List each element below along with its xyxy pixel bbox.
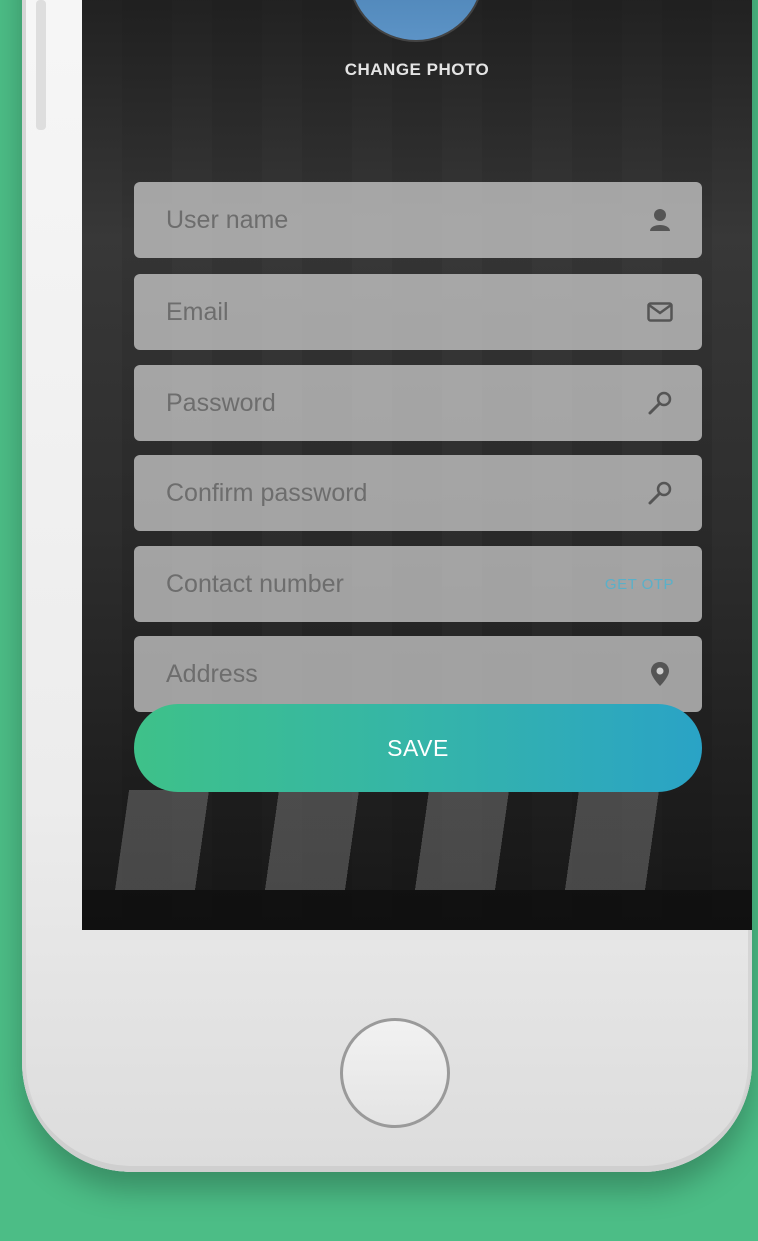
phone-frame: CHANGE PHOTO GET — [22, 0, 752, 1172]
change-photo-link[interactable]: CHANGE PHOTO — [82, 60, 752, 80]
location-pin-icon — [646, 660, 674, 688]
profile-avatar[interactable] — [350, 0, 482, 40]
home-button[interactable] — [340, 1018, 450, 1128]
contact-number-field[interactable]: GET OTP — [134, 545, 702, 623]
save-button[interactable]: SAVE — [134, 704, 702, 792]
contact-number-input[interactable] — [164, 545, 605, 623]
confirm-password-input[interactable] — [164, 454, 646, 532]
address-input[interactable] — [164, 635, 646, 713]
password-input[interactable] — [164, 364, 646, 442]
confirm-password-field[interactable] — [134, 454, 702, 532]
key-icon — [646, 389, 674, 417]
user-icon — [646, 206, 674, 234]
volume-button — [36, 0, 46, 130]
username-input[interactable] — [164, 181, 646, 259]
password-field[interactable] — [134, 364, 702, 442]
envelope-icon — [646, 298, 674, 326]
username-field[interactable] — [134, 181, 702, 259]
app-screen: CHANGE PHOTO GET — [82, 0, 752, 930]
get-otp-button[interactable]: GET OTP — [605, 576, 674, 593]
email-field[interactable] — [134, 273, 702, 351]
email-input[interactable] — [164, 273, 646, 351]
key-icon — [646, 479, 674, 507]
address-field[interactable] — [134, 635, 702, 713]
